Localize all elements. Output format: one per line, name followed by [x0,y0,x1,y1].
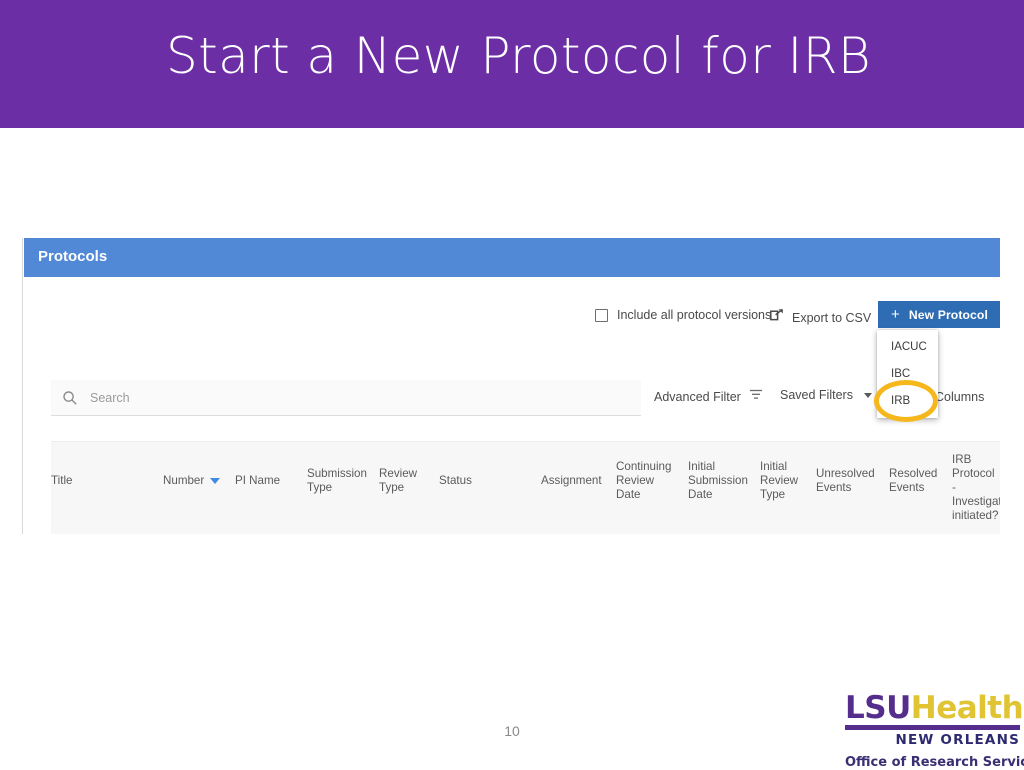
column-header-submission-type[interactable]: Submission Type [307,467,367,495]
filter-icon [749,388,763,406]
column-header-review-type[interactable]: Review Type [379,467,417,495]
column-header-pi-name[interactable]: PI Name [235,474,280,488]
saved-filters-label: Saved Filters [780,388,853,402]
dropdown-item-irb[interactable]: IRB [891,395,910,407]
slide-title-banner: Start a New Protocol for IRB [0,0,1024,128]
dropdown-item-ibc[interactable]: IBC [891,368,910,380]
sort-descending-icon[interactable] [210,478,221,484]
logo-lsu-text: LSU [845,690,911,726]
column-header-initial-submission-date[interactable]: Initial Submission Date [688,460,748,502]
toolbar: Include all protocol versions Export to … [23,300,1000,334]
include-all-protocol-versions-checkbox[interactable]: Include all protocol versions [595,308,771,322]
new-protocol-dropdown-menu: IACUC IBC IRB [877,330,938,418]
column-header-initial-review-type[interactable]: Initial Review Type [760,460,798,502]
advanced-filter-button[interactable]: Advanced Filter [654,388,763,406]
export-to-csv-button[interactable]: Export to CSV [769,307,871,328]
logo-wordmark: LSUHealth [845,690,1024,726]
column-header-irb-protocol-investigator-initiated[interactable]: IRB Protocol - Investigator- initiated? [952,453,1000,523]
filter-controls: Advanced Filter Saved Filters Columns [23,388,1000,412]
new-protocol-label: New Protocol [908,307,988,322]
lsu-health-logo: LSUHealth NEW ORLEANS Office of Research… [845,690,1024,770]
new-protocol-button[interactable]: + New Protocol [878,301,1000,328]
app-header-title: Protocols [38,248,108,265]
column-header-number-label: Number [163,474,205,487]
chevron-down-icon [863,392,872,398]
column-header-assignment[interactable]: Assignment [541,474,602,488]
column-header-title[interactable]: Title [51,474,72,488]
export-icon [769,307,785,328]
dropdown-item-iacuc[interactable]: IACUC [891,341,927,353]
plus-icon: + [891,305,900,323]
column-header-resolved-events[interactable]: Resolved Events [889,467,937,495]
export-to-csv-label: Export to CSV [792,310,872,325]
column-header-status[interactable]: Status [439,474,472,488]
columns-label: Columns [935,390,985,404]
saved-filters-dropdown[interactable]: Saved Filters [780,388,872,402]
column-header-continuing-review-date[interactable]: Continuing Review Date [616,460,671,502]
logo-city-text: NEW ORLEANS [895,732,1020,748]
column-header-number[interactable]: Number [163,474,221,488]
column-header-unresolved-events[interactable]: Unresolved Events [816,467,875,495]
include-all-protocol-versions-label: Include all protocol versions [617,308,772,322]
protocols-app-card: Protocols Include all protocol versions … [22,238,1000,534]
logo-health-text: Health [910,690,1024,726]
checkbox-icon[interactable] [595,308,608,322]
app-header-bar: Protocols [24,238,1000,277]
page-title: Start a New Protocol for IRB [166,27,871,85]
columns-button[interactable]: Columns [935,388,984,406]
advanced-filter-label: Advanced Filter [654,390,741,404]
table-header-row: Title Number PI Name Submission Type Rev… [51,441,1000,534]
